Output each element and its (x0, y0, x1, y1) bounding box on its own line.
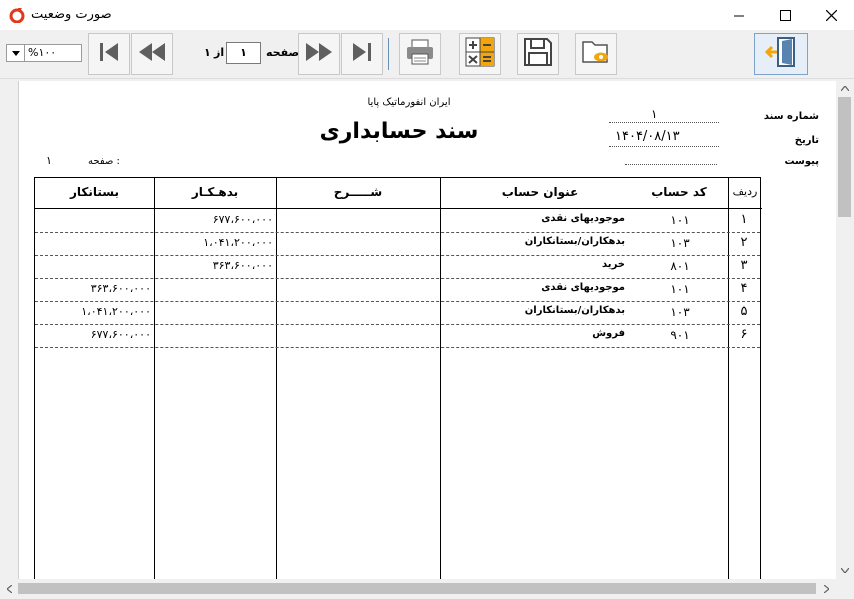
first-page-button[interactable] (88, 33, 130, 75)
scroll-up-icon[interactable] (837, 80, 853, 96)
maximize-button[interactable] (762, 0, 808, 30)
attachment-label: پیوست (784, 156, 819, 167)
col-header-description: شـــــرح (333, 185, 383, 199)
table-row: ۴ ۱۰۱ موجودیهای نقدی ۳۶۳،۶۰۰،۰۰۰ (35, 278, 760, 302)
account-code: ۱۰۳ (670, 236, 690, 250)
horizontal-scrollbar[interactable] (0, 579, 836, 599)
page-label: صفحه (266, 46, 300, 59)
next-page-icon (304, 41, 334, 67)
account-code: ۱۰۳ (670, 305, 690, 319)
page-caption: صفحه : (88, 156, 120, 167)
print-button[interactable] (399, 33, 441, 75)
attachment-dots (625, 164, 717, 165)
title-bar: صورت وضعیت (0, 0, 854, 30)
open-folder-button[interactable] (575, 33, 617, 75)
save-button[interactable] (517, 33, 559, 75)
page-total: ۱ (204, 46, 211, 59)
previous-page-button[interactable] (131, 33, 173, 75)
document-title: سند حسابداری (319, 119, 479, 144)
toolbar-separator (388, 38, 389, 70)
voucher-table: ردیف کد حساب عنوان حساب شـــــرح بدهـکـا… (34, 177, 762, 579)
dropdown-arrow-icon[interactable] (7, 45, 25, 61)
row-number: ۳ (740, 258, 748, 273)
debit-amount: ۱،۰۴۱،۲۰۰،۰۰۰ (203, 236, 273, 249)
doc-number-dots (609, 122, 719, 123)
row-number: ۵ (740, 304, 748, 319)
save-icon (523, 37, 553, 71)
minimize-icon (734, 6, 744, 25)
report-page: ایران انفورماتیک پایا سند حسابداری شماره… (18, 81, 838, 579)
exit-button[interactable] (754, 33, 808, 75)
row-number: ۱ (740, 212, 748, 227)
account-title: خرید (602, 259, 625, 270)
account-code: ۹۰۱ (670, 328, 690, 342)
account-title: فروش (592, 328, 625, 339)
close-icon (825, 6, 837, 25)
zoom-select[interactable]: %۱۰۰ (6, 44, 82, 62)
scroll-left-icon[interactable] (1, 581, 17, 597)
row-number: ۶ (740, 327, 748, 342)
credit-amount: ۱،۰۴۱،۲۰۰،۰۰۰ (81, 305, 151, 318)
horizontal-scroll-thumb[interactable] (18, 583, 816, 594)
col-header-row: ردیف (732, 185, 758, 198)
exit-icon (764, 35, 798, 73)
date-label: تاریخ (794, 135, 819, 146)
table-row: ۶ ۹۰۱ فروش ۶۷۷،۶۰۰،۰۰۰ (35, 324, 760, 348)
of-label: از (214, 46, 225, 59)
col-header-credit: بستانکار (69, 185, 120, 199)
date-dots (609, 146, 719, 147)
minimize-button[interactable] (716, 0, 762, 30)
report-viewport: ایران انفورماتیک پایا سند حسابداری شماره… (0, 79, 854, 599)
row-number: ۴ (740, 281, 748, 296)
last-page-button[interactable] (341, 33, 383, 75)
first-page-icon (97, 41, 121, 67)
previous-page-icon (137, 41, 167, 67)
calculator-icon (465, 37, 495, 71)
table-row: ۱ ۱۰۱ موجودیهای نقدی ۶۷۷،۶۰۰،۰۰۰ (35, 209, 760, 233)
col-header-code: کد حساب (651, 185, 707, 199)
table-row: ۵ ۱۰۳ بدهکاران/بستانکاران ۱،۰۴۱،۲۰۰،۰۰۰ (35, 301, 760, 325)
page-number-input[interactable]: ۱ (226, 42, 261, 64)
doc-number-label: شماره سند (763, 111, 819, 122)
doc-date: ۱۴۰۴/۰۸/۱۳ (615, 129, 680, 144)
doc-number: ۱ (651, 107, 658, 121)
last-page-icon (350, 41, 374, 67)
col-header-debit: بدهـکـار (191, 185, 239, 199)
account-title: بدهکاران/بستانکاران (524, 236, 625, 247)
table-row: ۲ ۱۰۳ بدهکاران/بستانکاران ۱،۰۴۱،۲۰۰،۰۰۰ (35, 232, 760, 256)
vertical-scrollbar[interactable] (836, 79, 854, 579)
scroll-down-icon[interactable] (837, 562, 853, 578)
account-code: ۱۰۱ (670, 213, 690, 227)
window-title: صورت وضعیت (31, 7, 112, 22)
col-header-account: عنوان حساب (501, 185, 579, 199)
calculator-button[interactable] (459, 33, 501, 75)
next-page-button[interactable] (298, 33, 340, 75)
account-title: بدهکاران/بستانکاران (524, 305, 625, 316)
vertical-scroll-thumb[interactable] (838, 97, 851, 217)
credit-amount: ۶۷۷،۶۰۰،۰۰۰ (90, 328, 151, 341)
debit-amount: ۳۶۳،۶۰۰،۰۰۰ (212, 259, 273, 272)
table-row: ۳ ۸۰۱ خرید ۳۶۳،۶۰۰،۰۰۰ (35, 255, 760, 279)
open-folder-icon (581, 38, 611, 70)
zoom-value: %۱۰۰ (28, 46, 57, 59)
page-number: ۱ (46, 154, 52, 167)
account-title: موجودیهای نقدی (541, 282, 625, 293)
account-code: ۱۰۱ (670, 282, 690, 296)
app-logo-icon (9, 7, 25, 24)
report-toolbar: %۱۰۰ ۱ از ۱ صفحه (0, 30, 854, 79)
account-title: موجودیهای نقدی (541, 213, 625, 224)
maximize-icon (779, 6, 791, 25)
scroll-right-icon[interactable] (818, 581, 834, 597)
print-icon (405, 38, 435, 70)
close-button[interactable] (808, 0, 854, 30)
debit-amount: ۶۷۷،۶۰۰،۰۰۰ (212, 213, 273, 226)
row-number: ۲ (740, 235, 748, 250)
account-code: ۸۰۱ (670, 259, 690, 273)
credit-amount: ۳۶۳،۶۰۰،۰۰۰ (90, 282, 151, 295)
company-name: ایران انفورماتیک پایا (367, 97, 451, 108)
